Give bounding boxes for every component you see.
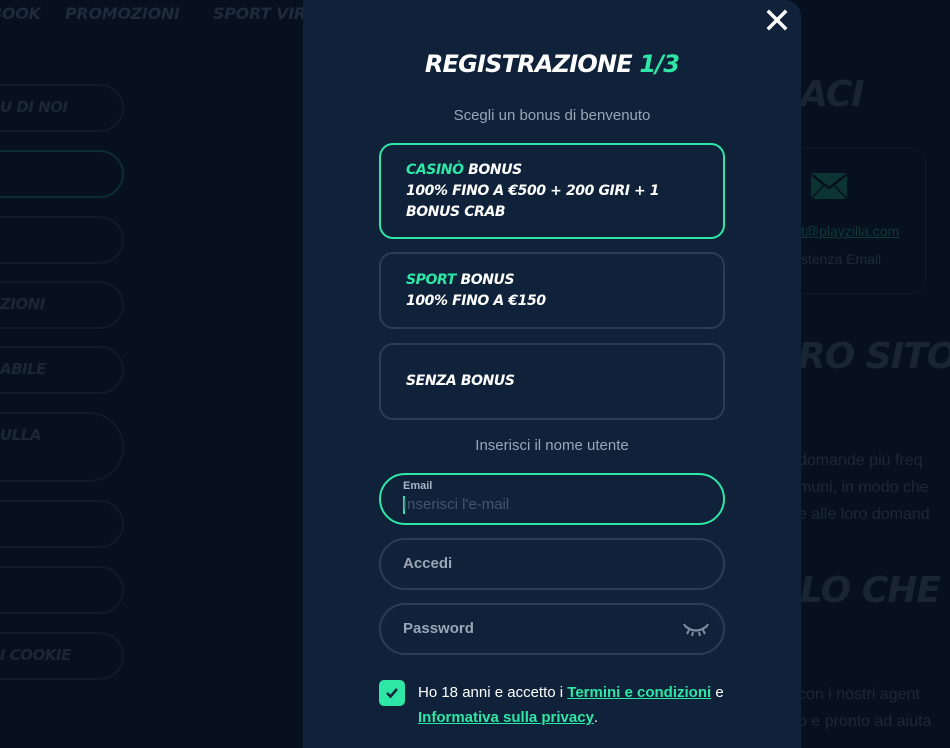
sidebar-item-active[interactable] bbox=[0, 150, 124, 198]
login-field[interactable]: Accedi bbox=[379, 538, 725, 590]
title-text: REGISTRAZIONE bbox=[424, 50, 633, 78]
registration-modal: REGISTRAZIONE 1/3 Scegli un bonus di ben… bbox=[303, 0, 801, 748]
paragraph-line: muni, in modo che bbox=[798, 479, 929, 496]
sidebar-item-label: ULLA bbox=[0, 426, 41, 444]
password-visibility-toggle[interactable] bbox=[683, 621, 709, 639]
consent-text-before: Ho 18 anni e accetto i bbox=[418, 684, 568, 701]
paragraph-line: o e pronto ad aiuta bbox=[798, 713, 932, 730]
support-email-link[interactable]: t@playzilla.com bbox=[801, 223, 899, 239]
sidebar-item[interactable] bbox=[0, 566, 124, 614]
username-prompt: Inserisci il nome utente bbox=[475, 437, 629, 454]
mail-icon bbox=[811, 173, 847, 204]
support-email-label: stenza Email bbox=[801, 251, 882, 267]
sidebar-item-label: U DI NOI bbox=[0, 98, 68, 116]
sidebar-item[interactable] bbox=[0, 500, 124, 548]
bonus-detail: 100% FINO A €150 bbox=[406, 292, 546, 309]
close-button[interactable] bbox=[766, 9, 788, 31]
email-label: Email bbox=[403, 480, 433, 492]
terms-link[interactable]: Termini e condizioni bbox=[567, 684, 711, 701]
section-heading: RO SITO V bbox=[798, 336, 950, 377]
sidebar-item-label: ABILE bbox=[0, 360, 46, 378]
bonus-category: SPORT bbox=[406, 271, 456, 288]
modal-title: REGISTRAZIONE 1/3 bbox=[303, 50, 801, 78]
consent-text-after: . bbox=[593, 709, 599, 726]
bonus-prompt: Scegli un bonus di benvenuto bbox=[453, 107, 651, 124]
bonus-option-casino[interactable]: CASINÒ BONUS 100% FINO A €500 + 200 GIRI… bbox=[379, 143, 725, 239]
sidebar-item-label: I COOKIE bbox=[0, 646, 71, 664]
paragraph-line: domande più freq bbox=[798, 452, 923, 469]
bonus-option-none[interactable]: SENZA BONUS bbox=[379, 343, 725, 420]
step-indicator: 1/3 bbox=[639, 50, 680, 78]
section-heading: LO CHE S bbox=[800, 570, 950, 611]
consent-text: Ho 18 anni e accetto i Termini e condizi… bbox=[418, 680, 738, 730]
bonus-category: CASINÒ bbox=[406, 161, 464, 178]
paragraph-line: e alle loro domand bbox=[798, 506, 930, 523]
bonus-detail: BONUS CRAB bbox=[406, 203, 506, 220]
sidebar-item-label: ZIONI bbox=[0, 295, 45, 313]
bonus-detail: 100% FINO A €500 + 200 GIRI + 1 bbox=[406, 182, 660, 199]
email-placeholder: Inserisci l'e-mail bbox=[403, 496, 510, 513]
sidebar-item[interactable] bbox=[0, 412, 124, 482]
password-placeholder: Password bbox=[403, 620, 474, 637]
nav-item-sport-virtuali[interactable]: SPORT VIR bbox=[213, 4, 306, 23]
email-field[interactable]: Email Inserisci l'e-mail bbox=[379, 473, 725, 525]
bonus-title: SENZA BONUS bbox=[406, 373, 515, 389]
nav-item-promozioni[interactable]: PROMOZIONI bbox=[65, 4, 180, 23]
sidebar-item[interactable] bbox=[0, 216, 124, 264]
age-consent-checkbox[interactable] bbox=[379, 680, 405, 706]
login-placeholder: Accedi bbox=[403, 555, 453, 572]
bonus-option-sport[interactable]: SPORT BONUS 100% FINO A €150 bbox=[379, 252, 725, 329]
password-field[interactable]: Password bbox=[379, 603, 725, 655]
contact-heading: ACI bbox=[800, 74, 865, 115]
consent-text-middle: e bbox=[711, 684, 724, 701]
nav-item-sportsbook[interactable]: BOOK bbox=[0, 4, 41, 23]
privacy-link[interactable]: Informativa sulla privacy bbox=[418, 709, 594, 726]
bonus-title: BONUS bbox=[460, 271, 515, 288]
checkmark-icon bbox=[386, 688, 398, 699]
eye-closed-icon bbox=[683, 623, 709, 637]
bonus-title: BONUS bbox=[468, 161, 522, 178]
close-icon bbox=[766, 9, 788, 31]
paragraph-line: con i nostri agent bbox=[798, 686, 920, 703]
